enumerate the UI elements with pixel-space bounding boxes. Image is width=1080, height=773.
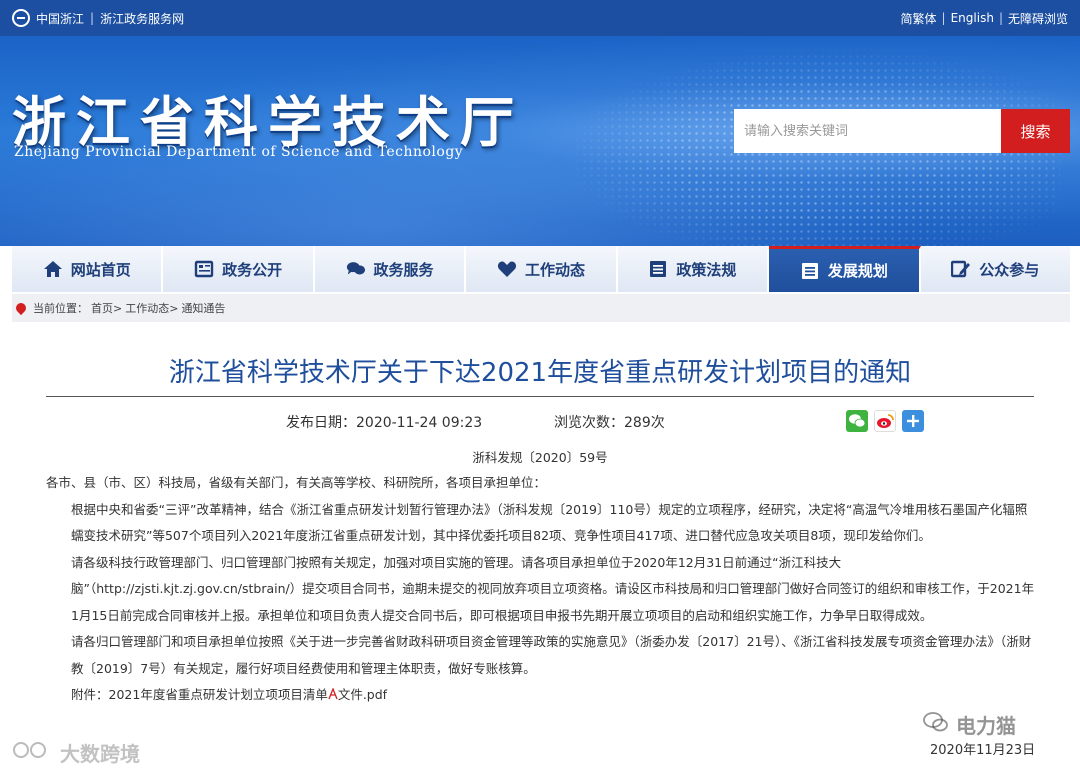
article-title: 浙江省科学技术厅关于下达2021年度省重点研发计划项目的通知 — [168, 358, 912, 388]
top-bar-left: 中国浙江 | 浙江政务服务网 — [12, 0, 184, 36]
view-count: 浏览次数：289次 — [554, 415, 665, 431]
separator: | — [941, 11, 946, 25]
zhejiang-logo-icon — [12, 9, 30, 27]
attachment-prefix: 附件： — [71, 687, 109, 702]
separator: | — [90, 11, 95, 25]
body-paragraph: 请各级科技行政管理部门、归口管理部门按照有关规定，加强对项目实施的管理。请各项目… — [71, 554, 1035, 623]
attachment-suffix: 文件.pdf — [337, 687, 388, 702]
nav-item-label: 工作动态 — [524, 260, 585, 279]
breadcrumb: 当前位置： 首页> 工作动态> 通知通告 — [12, 294, 1070, 322]
site-title-english: Zhejiang Provincial Department of Scienc… — [14, 144, 464, 160]
separator: | — [998, 11, 1003, 25]
article-body: 各市、县（市、区）科技局，省级有关部门，有关高等学校、科研院所，各项目承担单位：… — [46, 470, 1036, 709]
breadcrumb-work-news[interactable]: 工作动态> — [125, 300, 178, 316]
attachment-name: 2021年度省重点研发计划立项项目清单 — [108, 687, 328, 702]
addressee-paragraph: 各市、县（市、区）科技局，省级有关部门，有关高等学校、科研院所，各项目承担单位： — [46, 475, 547, 490]
nav-item-government-services[interactable]: 政务服务 — [314, 246, 467, 292]
title-divider — [46, 396, 1034, 397]
breadcrumb-notices[interactable]: 通知通告 — [181, 300, 225, 316]
chat-icon — [346, 260, 366, 278]
nav-item-home[interactable]: 网站首页 — [12, 246, 164, 292]
link-simplified-traditional[interactable]: 简繁体 — [901, 10, 937, 27]
header-banner: 浙江省科学技术厅 Zhejiang Provincial Department … — [0, 36, 1080, 246]
pdf-icon — [328, 683, 338, 700]
date-stamp: 2020年11月23日 — [930, 743, 1036, 758]
breadcrumb-home[interactable]: 首页> — [91, 300, 122, 316]
main-nav: 网站首页 政务公开 政务服务 工作动态 政策法规 发展规划 公众参与 — [12, 246, 1070, 292]
edit-icon — [951, 260, 971, 278]
watermark-left: 大数跨境 — [12, 738, 140, 767]
publish-date: 发布日期：2020-11-24 09:23 — [286, 415, 483, 431]
link-china-zhejiang[interactable]: 中国浙江 — [36, 10, 84, 27]
nav-item-development-planning[interactable]: 发展规划 — [769, 246, 921, 292]
attachment-link[interactable]: 2021年度省重点研发计划立项项目清单 文件.pdf — [109, 687, 388, 702]
watermark-logo-icon — [12, 739, 54, 766]
nav-item-label: 政务服务 — [373, 260, 434, 279]
nav-item-label: 网站首页 — [70, 260, 131, 279]
nav-item-public-participation[interactable]: 公众参与 — [920, 246, 1070, 292]
attachment-line: 附件：2021年度省重点研发计划立项项目清单 文件.pdf — [46, 682, 1036, 709]
link-english[interactable]: English — [951, 11, 994, 25]
watermark-left-text: 大数跨境 — [60, 742, 140, 766]
nav-item-policies[interactable]: 政策法规 — [617, 246, 770, 292]
search-box: 搜索 — [734, 109, 1070, 153]
top-bar-right: 简繁体 | English | 无障碍浏览 — [901, 0, 1068, 36]
watermark-right: 电力猫 — [922, 710, 1016, 739]
news-icon — [194, 260, 214, 278]
nav-item-label: 发展规划 — [827, 262, 888, 280]
nav-item-label: 政务公开 — [222, 260, 283, 279]
body-paragraph: 根据中央和省委“三评”改革精神，结合《浙江省重点研发计划暂行管理办法》（浙科发规… — [71, 501, 1028, 544]
nav-item-label: 政策法规 — [676, 260, 737, 279]
weibo-share-icon[interactable] — [874, 410, 896, 432]
search-input[interactable] — [734, 109, 1001, 153]
document-number: 浙科发规〔2020〕59号 — [472, 450, 608, 465]
wechat-share-icon[interactable] — [846, 410, 868, 432]
list-icon — [648, 260, 668, 278]
heart-icon — [497, 260, 517, 278]
link-zj-gov-service[interactable]: 浙江政务服务网 — [100, 10, 184, 27]
nav-item-government-affairs[interactable]: 政务公开 — [163, 246, 315, 292]
home-icon — [43, 260, 63, 278]
watermark-right-text: 电力猫 — [956, 714, 1016, 738]
nav-item-label: 公众参与 — [979, 260, 1040, 279]
wechat-watermark-icon — [922, 711, 950, 738]
link-accessibility[interactable]: 无障碍浏览 — [1008, 10, 1068, 27]
breadcrumb-prefix: 当前位置： — [33, 302, 88, 315]
search-button[interactable]: 搜索 — [1001, 109, 1070, 153]
document-icon — [800, 262, 820, 280]
share-buttons — [846, 410, 924, 432]
body-paragraph: 请各归口管理部门和项目承担单位按照《关于进一步完善省财政科研项目资金管理等政策的… — [71, 634, 1032, 676]
nav-item-work-news[interactable]: 工作动态 — [466, 246, 618, 292]
location-pin-icon — [13, 300, 29, 316]
top-bar: 中国浙江 | 浙江政务服务网 简繁体 | English | 无障碍浏览 — [0, 0, 1080, 36]
more-share-icon[interactable] — [902, 410, 924, 432]
